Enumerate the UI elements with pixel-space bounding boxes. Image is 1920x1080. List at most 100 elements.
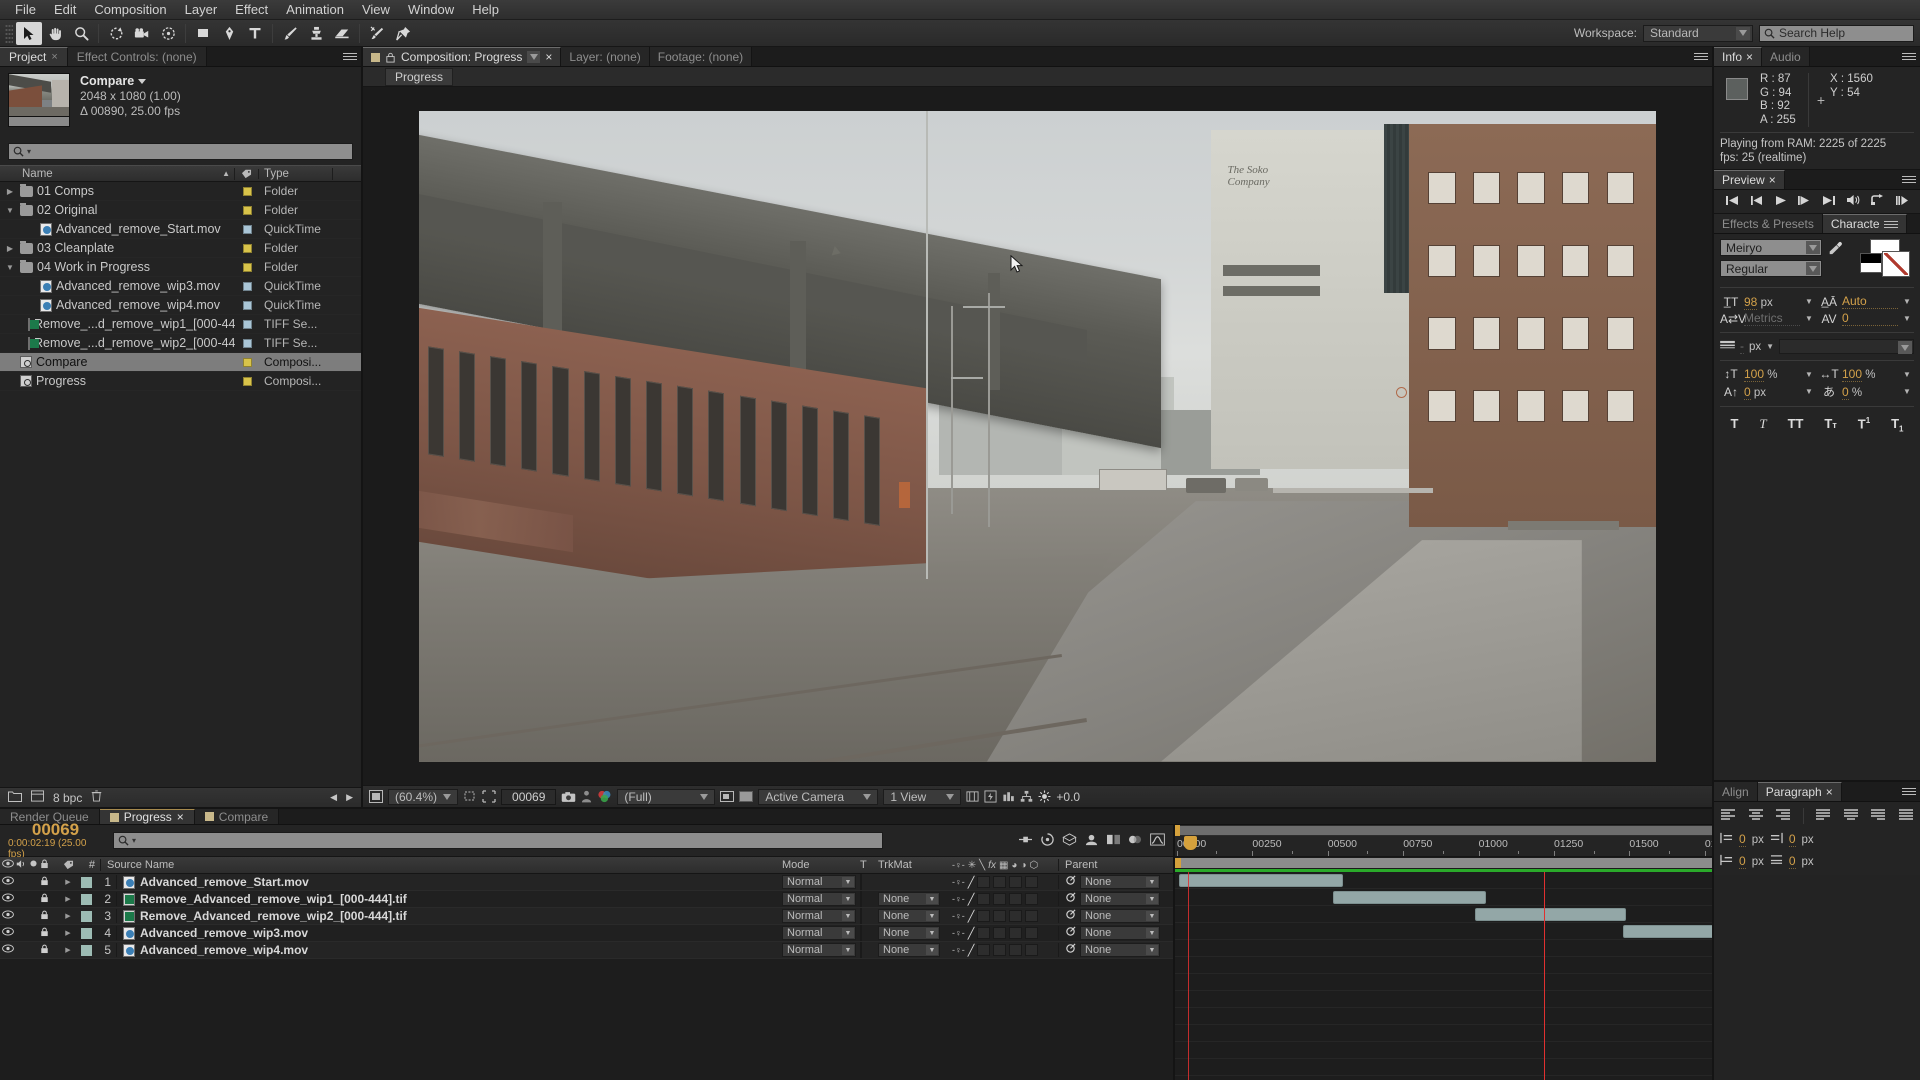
- views-dropdown[interactable]: 1 View: [883, 788, 962, 805]
- hand-tool[interactable]: [42, 22, 68, 45]
- grid-guides-icon[interactable]: [482, 789, 496, 805]
- project-item-row[interactable]: Remove_...d_remove_wip1_[000-444].tif TIF…: [0, 315, 361, 334]
- stroke-color-swatch[interactable]: [1882, 251, 1910, 277]
- project-item-row[interactable]: ▼ 04 Work in Progress Folder: [0, 258, 361, 277]
- justify-last-right-button[interactable]: [1870, 808, 1886, 824]
- chevron-down-icon[interactable]: ▾: [132, 836, 136, 845]
- header-parent[interactable]: Parent: [1058, 859, 1173, 871]
- superscript-button[interactable]: T1: [1858, 416, 1870, 434]
- label-color-swatch[interactable]: [235, 319, 259, 329]
- tab-align[interactable]: Align: [1714, 782, 1758, 801]
- collapse-switch-icon[interactable]: ✳: [968, 860, 976, 871]
- enable-motion-blur-icon[interactable]: [1128, 833, 1143, 849]
- shy-switch[interactable]: -♀-: [952, 877, 965, 887]
- project-item-row[interactable]: Advanced_remove_wip3.mov QuickTime: [0, 277, 361, 296]
- indent-left-value[interactable]: 0: [1739, 832, 1746, 847]
- quality-switch[interactable]: ╱: [968, 944, 975, 957]
- three-d-switch[interactable]: [1025, 893, 1039, 905]
- tab-compare[interactable]: Compare: [194, 809, 280, 824]
- breadcrumb-progress[interactable]: Progress: [385, 67, 454, 86]
- project-item-row[interactable]: Advanced_remove_wip4.mov QuickTime: [0, 296, 361, 315]
- layer-source-name[interactable]: Advanced_remove_Start.mov: [116, 875, 778, 889]
- menu-item-composition[interactable]: Composition: [85, 0, 175, 19]
- layer-mode-dropdown[interactable]: Normal ▼: [782, 926, 856, 940]
- pixel-aspect-correction-icon[interactable]: [966, 789, 979, 805]
- lock-icon[interactable]: [40, 910, 49, 923]
- channel-selector-icon[interactable]: [597, 789, 612, 805]
- tab-preview[interactable]: Preview ×: [1714, 170, 1785, 189]
- justify-all-button[interactable]: [1898, 808, 1914, 824]
- composition-viewport[interactable]: The Soko Company: [363, 87, 1712, 785]
- layer-rows-container[interactable]: ▶ 1 Advanced_remove_Start.mov Normal ▼ -♀- ╱ No…: [0, 874, 1173, 959]
- new-folder-icon[interactable]: [8, 790, 22, 805]
- chevron-down-icon[interactable]: ▼: [1900, 370, 1914, 379]
- quality-switch[interactable]: ╱: [968, 927, 975, 940]
- eye-icon[interactable]: [2, 893, 14, 905]
- lock-icon[interactable]: [40, 944, 49, 957]
- menu-item-effect[interactable]: Effect: [226, 0, 277, 19]
- hide-shy-layers-icon[interactable]: [1084, 833, 1099, 849]
- project-search-input[interactable]: ▾: [8, 143, 353, 160]
- motion-blur-switch[interactable]: [1009, 944, 1023, 956]
- comp-flowchart-icon[interactable]: [1020, 789, 1033, 805]
- panel-menu-icon[interactable]: [1902, 786, 1916, 798]
- eye-icon[interactable]: [2, 910, 14, 922]
- label-color-swatch[interactable]: [235, 357, 259, 367]
- header-track-matte[interactable]: TrkMat: [878, 859, 948, 871]
- current-time-indicator-line[interactable]: [1188, 872, 1190, 1080]
- layer-disclosure[interactable]: ▶: [58, 946, 78, 954]
- chevron-down-icon[interactable]: ▼: [1802, 387, 1816, 396]
- snapshot-icon[interactable]: [561, 789, 576, 805]
- font-family-dropdown[interactable]: Meiryo: [1720, 239, 1822, 256]
- layer-preserve-transparency[interactable]: [860, 908, 878, 924]
- timeline-search-input[interactable]: ▾: [113, 832, 883, 849]
- solo-icon[interactable]: [29, 859, 38, 871]
- parent-pickwhip-icon[interactable]: [1065, 875, 1076, 889]
- layer-mode-dropdown[interactable]: Normal ▼: [782, 875, 856, 889]
- project-item-row[interactable]: ▶ 03 Cleanplate Folder: [0, 239, 361, 258]
- project-item-list[interactable]: ▶ 01 Comps Folder ▼ 02 Original Folder Advance…: [0, 182, 361, 787]
- frame-blending-switch[interactable]: [993, 927, 1007, 939]
- delete-icon[interactable]: [91, 790, 102, 805]
- layer-source-name[interactable]: Remove_Advanced_remove_wip1_[000-444].ti…: [116, 892, 778, 906]
- exposure-reset-icon[interactable]: [1038, 789, 1051, 805]
- chevron-down-icon[interactable]: ▼: [1766, 342, 1774, 351]
- three-d-switch[interactable]: [1025, 927, 1039, 939]
- eye-icon[interactable]: [2, 876, 14, 888]
- brush-tool[interactable]: [277, 22, 303, 45]
- faux-italic-button[interactable]: T: [1759, 416, 1766, 434]
- layer-row[interactable]: ▶ 4 Advanced_remove_wip3.mov Normal ▼ None ▼ -♀…: [0, 925, 1173, 942]
- current-time-indicator[interactable]: [1184, 836, 1198, 850]
- small-caps-button[interactable]: Tт: [1824, 416, 1836, 434]
- quality-switch-icon[interactable]: ╲: [979, 860, 985, 871]
- lock-icon[interactable]: [40, 893, 49, 906]
- resolution-dropdown[interactable]: (Full): [617, 788, 716, 805]
- quality-switch[interactable]: ╱: [968, 910, 975, 923]
- vertical-scale-value[interactable]: 100: [1744, 367, 1765, 382]
- layer-color-swatch[interactable]: [78, 927, 94, 939]
- tab-layer[interactable]: Layer: (none): [561, 47, 650, 66]
- layer-parent-dropdown[interactable]: None ▼: [1080, 943, 1160, 957]
- parent-pickwhip-icon[interactable]: [1065, 943, 1076, 957]
- lock-icon[interactable]: [40, 927, 49, 940]
- column-name[interactable]: Name: [22, 168, 53, 180]
- indent-first-value[interactable]: 0: [1739, 854, 1746, 869]
- frame-blending-switch[interactable]: [993, 893, 1007, 905]
- graph-editor-icon[interactable]: [1150, 832, 1165, 849]
- stroke-style-dropdown[interactable]: [1779, 339, 1914, 354]
- align-center-button[interactable]: [1748, 808, 1764, 824]
- shy-switch[interactable]: -♀-: [952, 911, 965, 921]
- audio-icon[interactable]: [16, 859, 27, 872]
- chevron-down-icon[interactable]: ▾: [27, 147, 31, 156]
- parent-pickwhip-icon[interactable]: [1065, 909, 1076, 923]
- label-color-swatch[interactable]: [235, 376, 259, 386]
- layer-color-swatch[interactable]: [78, 893, 94, 905]
- tab-character[interactable]: Characte: [1822, 214, 1907, 233]
- exposure-value[interactable]: +0.0: [1056, 790, 1080, 804]
- disclosure-expanded-icon[interactable]: ▼: [4, 263, 16, 272]
- chevron-down-icon[interactable]: ▼: [1900, 297, 1914, 306]
- work-area-start-handle[interactable]: [1175, 858, 1181, 868]
- layer-mode-dropdown[interactable]: Normal ▼: [782, 943, 856, 957]
- effects-switch[interactable]: [977, 876, 991, 888]
- workspace-dropdown[interactable]: Standard: [1643, 24, 1753, 42]
